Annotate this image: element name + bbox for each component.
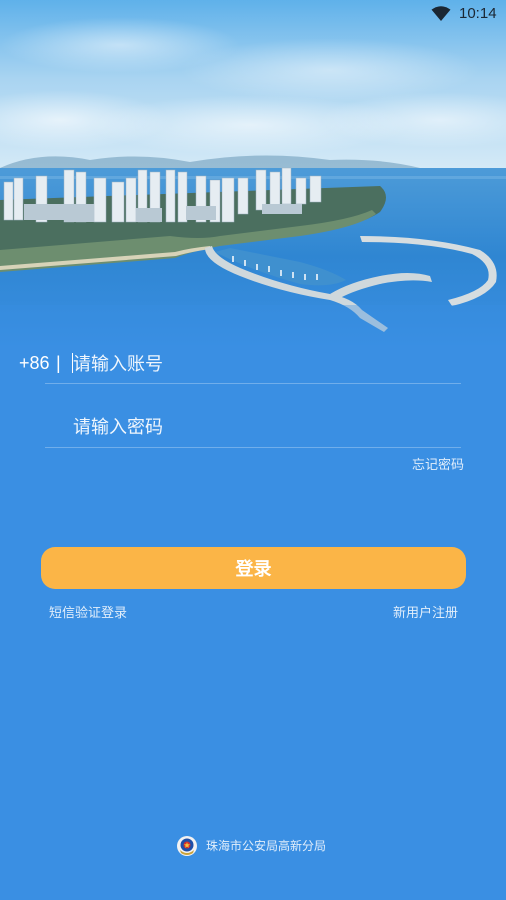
country-code-separator: | bbox=[56, 353, 61, 373]
account-input[interactable] bbox=[73, 352, 453, 376]
login-screen: 10:14 +86 | 忘记密码 登录 短信验证登录 新用户注册 珠海市公安局高… bbox=[0, 0, 506, 900]
hero-coastline-image bbox=[0, 0, 506, 345]
status-bar: 10:14 bbox=[0, 0, 506, 28]
account-field: +86 | bbox=[0, 344, 506, 384]
wifi-icon bbox=[431, 6, 451, 21]
password-underline bbox=[45, 447, 461, 448]
login-button[interactable]: 登录 bbox=[41, 547, 466, 589]
police-emblem-icon bbox=[177, 836, 197, 856]
status-time: 10:14 bbox=[459, 5, 497, 22]
password-input[interactable] bbox=[73, 415, 453, 439]
password-field bbox=[0, 406, 506, 448]
account-underline bbox=[45, 383, 461, 384]
footer: 珠海市公安局高新分局 bbox=[0, 834, 506, 858]
forgot-password-link[interactable]: 忘记密码 bbox=[0, 458, 464, 474]
register-link[interactable]: 新用户注册 bbox=[0, 606, 458, 622]
country-code[interactable]: +86 bbox=[19, 352, 50, 374]
footer-organization-text: 珠海市公安局高新分局 bbox=[206, 839, 327, 853]
